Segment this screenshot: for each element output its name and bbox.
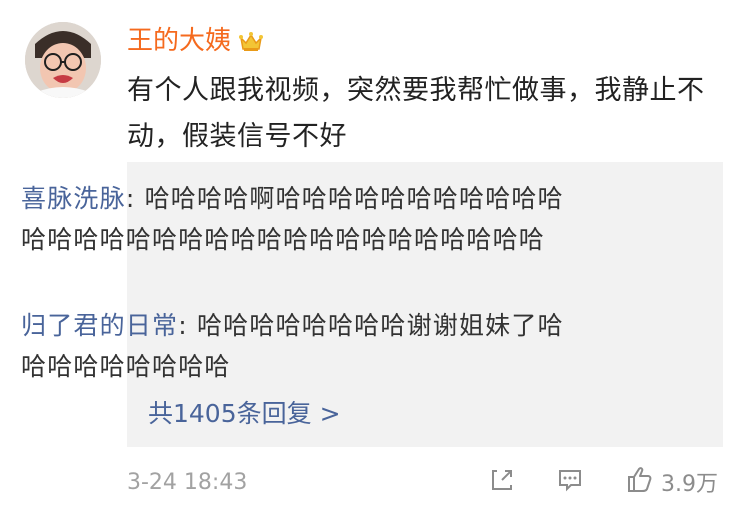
like-button[interactable]: 3.9万 [621, 465, 718, 499]
crown-icon [237, 27, 265, 55]
more-replies-link[interactable]: 共1405条回复 > [148, 394, 341, 434]
username[interactable]: 王的大姨 [127, 23, 231, 59]
like-icon [621, 463, 655, 501]
reply-author[interactable]: 喜脉洗脉 [21, 184, 126, 213]
like-count: 3.9万 [661, 472, 718, 497]
share-icon [487, 465, 517, 499]
reply-author[interactable]: 归了君的日常 [21, 311, 178, 340]
reply-separator: : [178, 311, 197, 340]
reply-separator: : [125, 184, 145, 213]
avatar-image [25, 22, 101, 98]
reply-item[interactable]: 归了君的日常: 哈哈哈哈哈哈哈哈谢谢姐妹了哈哈哈哈哈哈哈哈哈 [21, 305, 577, 387]
share-button[interactable] [487, 465, 517, 499]
post-author[interactable]: 王的大姨 [127, 23, 265, 59]
avatar[interactable] [25, 22, 101, 98]
timestamp: 3-24 18:43 [127, 470, 248, 495]
reply-item[interactable]: 喜脉洗脉: 哈哈哈哈啊哈哈哈哈哈哈哈哈哈哈哈哈哈哈哈哈哈哈哈哈哈哈哈哈哈哈哈哈哈… [21, 178, 577, 260]
comment-button[interactable] [555, 465, 585, 499]
comment-icon [555, 465, 585, 499]
comment-text: 有个人跟我视频，突然要我帮忙做事，我静止不动，假装信号不好 [127, 75, 705, 152]
